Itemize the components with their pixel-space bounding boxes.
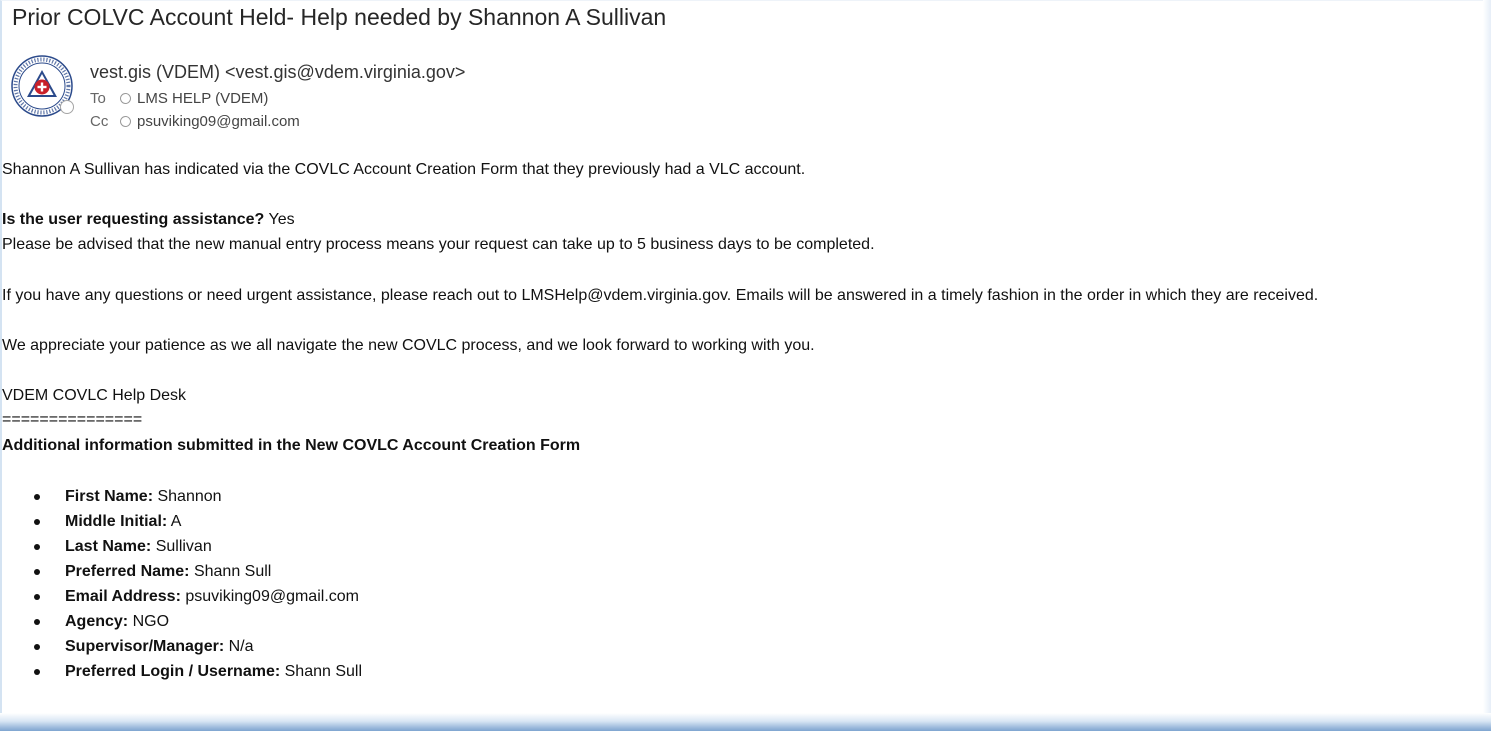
- assist-value: Yes: [264, 211, 295, 228]
- list-item: Middle Initial: A: [0, 509, 362, 534]
- assist-label: Is the user requesting assistance?: [2, 211, 265, 228]
- list-item: Email Address: psuviking09@gmail.com: [0, 584, 362, 609]
- list-item: Last Name: Sullivan: [0, 534, 362, 559]
- additional-info-header-text: Additional information submitted in the …: [2, 437, 581, 454]
- form-fields-list: First Name: Shannon Middle Initial: A La…: [0, 484, 362, 684]
- field-value: Sullivan: [151, 538, 212, 555]
- field-label: First Name:: [65, 488, 154, 505]
- window-edge: [1483, 0, 1491, 731]
- field-label: Middle Initial:: [65, 513, 168, 530]
- cc-label: Cc: [90, 113, 109, 130]
- bullet-icon: [34, 544, 40, 550]
- list-item: Agency: NGO: [0, 609, 362, 634]
- presence-icon: [120, 93, 131, 104]
- field-value: Shann Sull: [189, 563, 272, 580]
- bullet-icon: [34, 669, 40, 675]
- email-subject: Prior COLVC Account Held- Help needed by…: [12, 4, 667, 30]
- bullet-icon: [34, 594, 40, 600]
- list-item: Supervisor/Manager: N/a: [0, 634, 362, 659]
- intro-text: Shannon A Sullivan has indicated via the…: [2, 161, 806, 178]
- field-label: Preferred Name:: [65, 563, 190, 580]
- list-item: First Name: Shannon: [0, 484, 362, 509]
- appreciate-text: We appreciate your patience as we all na…: [2, 337, 815, 354]
- field-value: N/a: [224, 638, 254, 655]
- field-label: Email Address:: [65, 588, 181, 605]
- field-value: psuviking09@gmail.com: [180, 588, 359, 605]
- to-recipient[interactable]: LMS HELP (VDEM): [137, 90, 268, 107]
- bullet-icon: [34, 494, 40, 500]
- cc-recipient[interactable]: psuviking09@gmail.com: [137, 113, 300, 130]
- separator-line: ===============: [2, 411, 143, 428]
- field-label: Supervisor/Manager:: [65, 638, 225, 655]
- bullet-icon: [34, 569, 40, 575]
- signature: VDEM COVLC Help Desk: [2, 387, 187, 404]
- bullet-icon: [34, 619, 40, 625]
- field-value: A: [167, 513, 182, 530]
- field-label: Preferred Login / Username:: [65, 663, 281, 680]
- bullet-icon: [34, 644, 40, 650]
- cc-row: Cc psuviking09@gmail.com: [90, 113, 300, 130]
- to-label: To: [90, 90, 106, 107]
- sender-name[interactable]: vest.gis (VDEM) <vest.gis@vdem.virginia.…: [90, 62, 465, 83]
- advisory-text: Please be advised that the new manual en…: [2, 236, 875, 253]
- presence-icon: [120, 116, 131, 127]
- field-label: Last Name:: [65, 538, 152, 555]
- presence-status-icon: [60, 100, 74, 114]
- to-row: To LMS HELP (VDEM): [90, 90, 268, 107]
- bullet-icon: [34, 519, 40, 525]
- list-item: Preferred Name: Shann Sull: [0, 559, 362, 584]
- field-value: Shannon: [153, 488, 222, 505]
- field-value: NGO: [128, 613, 170, 630]
- additional-info-header: Additional information submitted in the …: [2, 436, 580, 456]
- field-label: Agency:: [65, 613, 129, 630]
- sender-avatar[interactable]: [11, 55, 77, 121]
- field-value: Shann Sull: [280, 663, 363, 680]
- window-bottom-border: [0, 713, 1491, 731]
- list-item: Preferred Login / Username: Shann Sull: [0, 659, 362, 684]
- questions-text: If you have any questions or need urgent…: [2, 287, 1319, 304]
- assist-line: Is the user requesting assistance? Yes: [2, 210, 295, 230]
